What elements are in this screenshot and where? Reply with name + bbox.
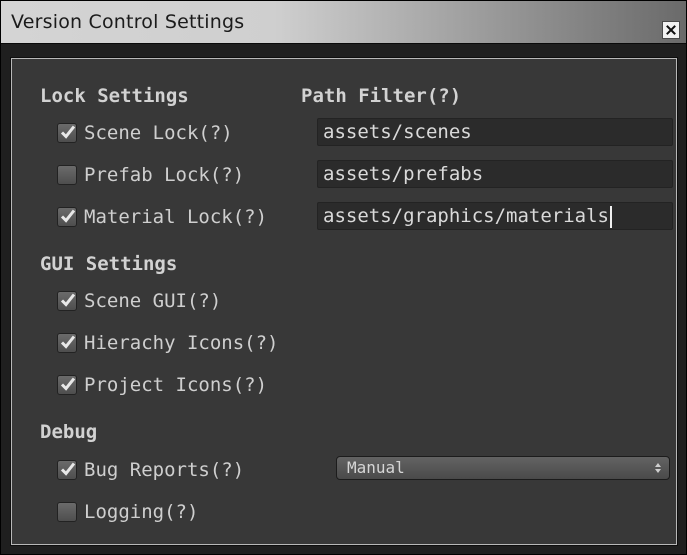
checkmark-icon	[60, 293, 76, 307]
material-lock-checkbox[interactable]	[57, 207, 77, 227]
scene-path-field[interactable]: assets/scenes	[317, 118, 673, 146]
prefab-path-value: assets/prefabs	[323, 163, 484, 185]
scene-path-value: assets/scenes	[323, 121, 472, 143]
settings-window: Version Control Settings Lock Settings S…	[0, 0, 687, 555]
scene-lock-row[interactable]: Scene Lock(?)	[57, 118, 233, 148]
bug-reports-row[interactable]: Bug Reports(?)	[57, 455, 244, 485]
checkmark-icon	[60, 125, 76, 139]
window-title: Version Control Settings	[11, 11, 245, 33]
hierachy-icons-row[interactable]: Hierachy Icons(?)	[57, 328, 278, 358]
hierachy-icons-label: Hierachy Icons(?)	[84, 332, 279, 354]
project-icons-checkbox[interactable]	[57, 375, 77, 395]
scene-lock-checkbox[interactable]	[57, 123, 77, 143]
close-button[interactable]	[662, 21, 680, 39]
checkmark-icon	[60, 377, 76, 391]
scene-gui-label: Scene GUI(?)	[84, 290, 222, 312]
bug-reports-checkbox[interactable]	[57, 460, 77, 480]
path-filter-header: Path Filter(?)	[301, 85, 462, 107]
debug-header: Debug	[40, 421, 98, 443]
prefab-path-field[interactable]: assets/prefabs	[317, 160, 673, 188]
gui-settings-header: GUI Settings	[40, 253, 178, 275]
prefab-lock-row[interactable]: Prefab Lock(?)	[57, 160, 244, 190]
logging-label: Logging(?)	[84, 501, 199, 523]
title-bar[interactable]: Version Control Settings	[1, 1, 686, 44]
material-lock-label: Material Lock(?)	[84, 206, 268, 228]
scene-gui-row[interactable]: Scene GUI(?)	[57, 286, 221, 316]
prefab-lock-checkbox[interactable]	[57, 165, 77, 185]
updown-arrows-icon	[655, 463, 661, 473]
prefab-lock-label: Prefab Lock(?)	[84, 164, 245, 186]
material-path-field[interactable]: assets/graphics/materials	[317, 202, 673, 230]
lock-settings-header: Lock Settings	[40, 85, 189, 107]
text-caret	[609, 205, 612, 228]
material-path-value: assets/graphics/materials	[323, 205, 609, 227]
checkmark-icon	[60, 335, 76, 349]
bug-report-mode-dropdown[interactable]: Manual	[336, 456, 670, 480]
project-icons-label: Project Icons(?)	[84, 374, 268, 396]
scene-gui-checkbox[interactable]	[57, 291, 77, 311]
material-lock-row[interactable]: Material Lock(?)	[57, 202, 267, 232]
logging-row[interactable]: Logging(?)	[57, 497, 198, 527]
logging-checkbox[interactable]	[57, 502, 77, 522]
close-icon	[666, 25, 676, 35]
checkmark-icon	[60, 209, 76, 223]
hierachy-icons-checkbox[interactable]	[57, 333, 77, 353]
project-icons-row[interactable]: Project Icons(?)	[57, 370, 267, 400]
bug-reports-label: Bug Reports(?)	[84, 459, 245, 481]
settings-panel: Lock Settings Scene Lock(?) Prefab Lock(…	[10, 57, 678, 546]
checkmark-icon	[60, 462, 76, 476]
scene-lock-label: Scene Lock(?)	[84, 122, 233, 144]
dropdown-value: Manual	[347, 458, 405, 477]
